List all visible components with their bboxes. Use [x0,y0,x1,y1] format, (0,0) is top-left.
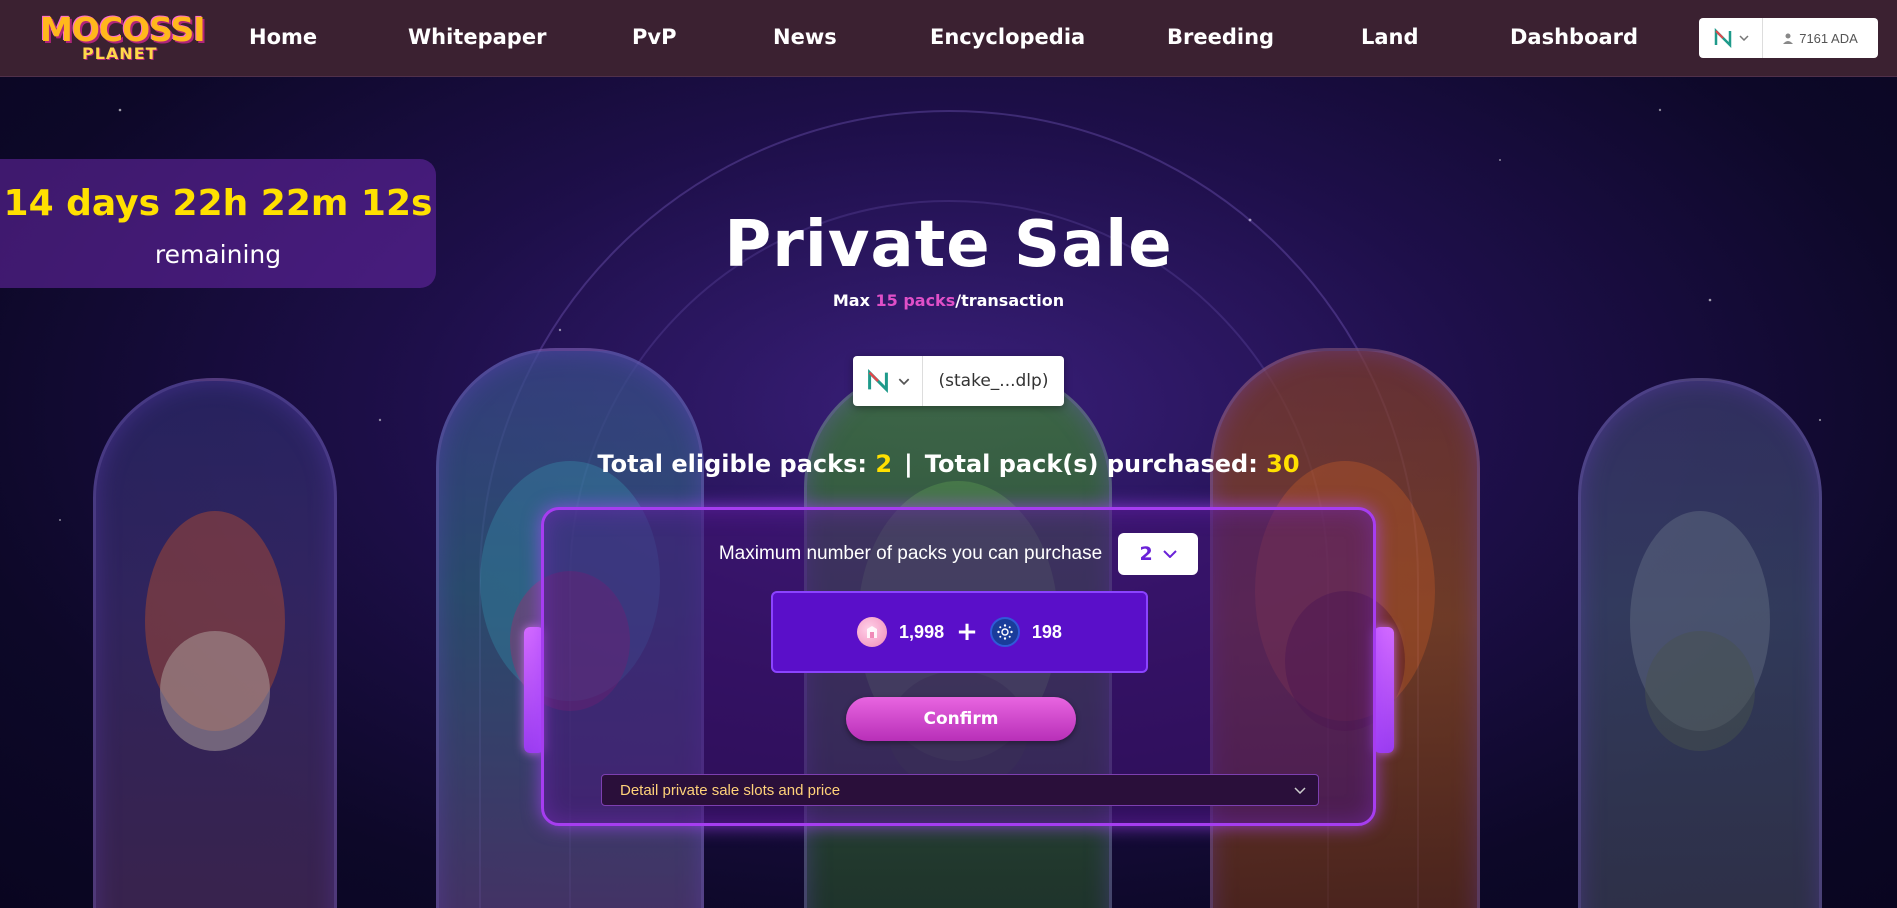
wallet-dropdown-button[interactable] [853,356,923,406]
eligible-value: 2 [875,450,893,478]
nav-news[interactable]: News [773,25,837,49]
nami-wallet-icon [867,369,888,393]
creature-illustration [1630,511,1770,751]
top-nav: MOCOSSI PLANET Home Whitepaper PvP News … [0,0,1897,77]
subtitle-suffix: /transaction [955,291,1065,310]
wallet-widget: 7161 ADA [1699,18,1878,58]
pack-quantity-select[interactable]: 2 [1118,533,1199,575]
nav-whitepaper[interactable]: Whitepaper [408,25,546,49]
chevron-down-icon [1294,786,1306,794]
purchased-label: Total pack(s) purchased: [924,450,1267,478]
eligible-label: Total eligible packs: [597,450,876,478]
wallet-address: (stake_...dlp) [938,371,1049,391]
token-price: 1,998 [899,621,945,642]
nav-pvp[interactable]: PvP [632,25,676,49]
subtitle-prefix: Max [832,291,876,310]
nav-links: Home Whitepaper PvP News Encyclopedia Br… [0,0,1897,77]
confirm-button[interactable]: Confirm [846,697,1076,741]
price-summary: 1,998 + 198 [771,591,1148,673]
chevron-down-icon [1738,35,1749,41]
purchase-panel: Maximum number of packs you can purchase… [541,507,1376,826]
plus-sign: + [956,617,978,647]
nav-land[interactable]: Land [1361,25,1419,49]
panel-side-tab-right [1374,627,1394,753]
separator: | [904,450,913,478]
chevron-down-icon [898,378,909,385]
mocossi-token-icon [857,617,888,647]
sale-details-accordion[interactable]: Detail private sale slots and price [601,774,1319,806]
user-icon [1783,33,1794,44]
wallet-balance: 7161 ADA [1763,31,1878,46]
ada-price: 198 [1031,621,1062,642]
nami-wallet-icon [1714,28,1731,48]
max-packs-row: Maximum number of packs you can purchase… [544,533,1373,575]
nav-breeding[interactable]: Breeding [1167,25,1274,49]
page-subtitle: Max 15 packs/transaction [0,291,1897,310]
pack-quantity-value: 2 [1139,543,1153,565]
page-title: Private Sale [724,208,1173,282]
pack-counts: Total eligible packs: 2 | Total pack(s) pu… [0,450,1897,478]
sale-details-label: Detail private sale slots and price [620,781,841,799]
max-packs-label: Maximum number of packs you can purchase [718,543,1103,564]
nav-dashboard[interactable]: Dashboard [1510,25,1638,49]
ada-icon [989,617,1020,647]
nav-home[interactable]: Home [249,25,317,49]
wallet-address-selector: (stake_...dlp) [853,356,1064,406]
creature-illustration [145,511,285,751]
wallet-selector-button[interactable] [1699,18,1763,58]
nav-encyclopedia[interactable]: Encyclopedia [930,25,1085,49]
balance-text: 7161 ADA [1799,30,1858,46]
chevron-down-icon [1163,550,1177,558]
subtitle-max-packs: 15 packs [875,291,956,310]
purchased-value: 30 [1266,450,1300,478]
